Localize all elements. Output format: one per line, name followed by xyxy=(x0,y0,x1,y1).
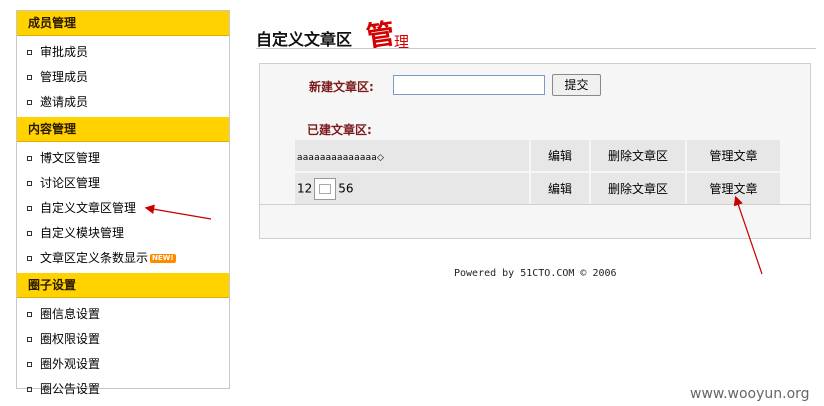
arrow-to-manage-articles xyxy=(733,195,763,275)
annotation-arrows xyxy=(144,195,763,275)
arrow-to-sidebar-item xyxy=(144,204,212,220)
